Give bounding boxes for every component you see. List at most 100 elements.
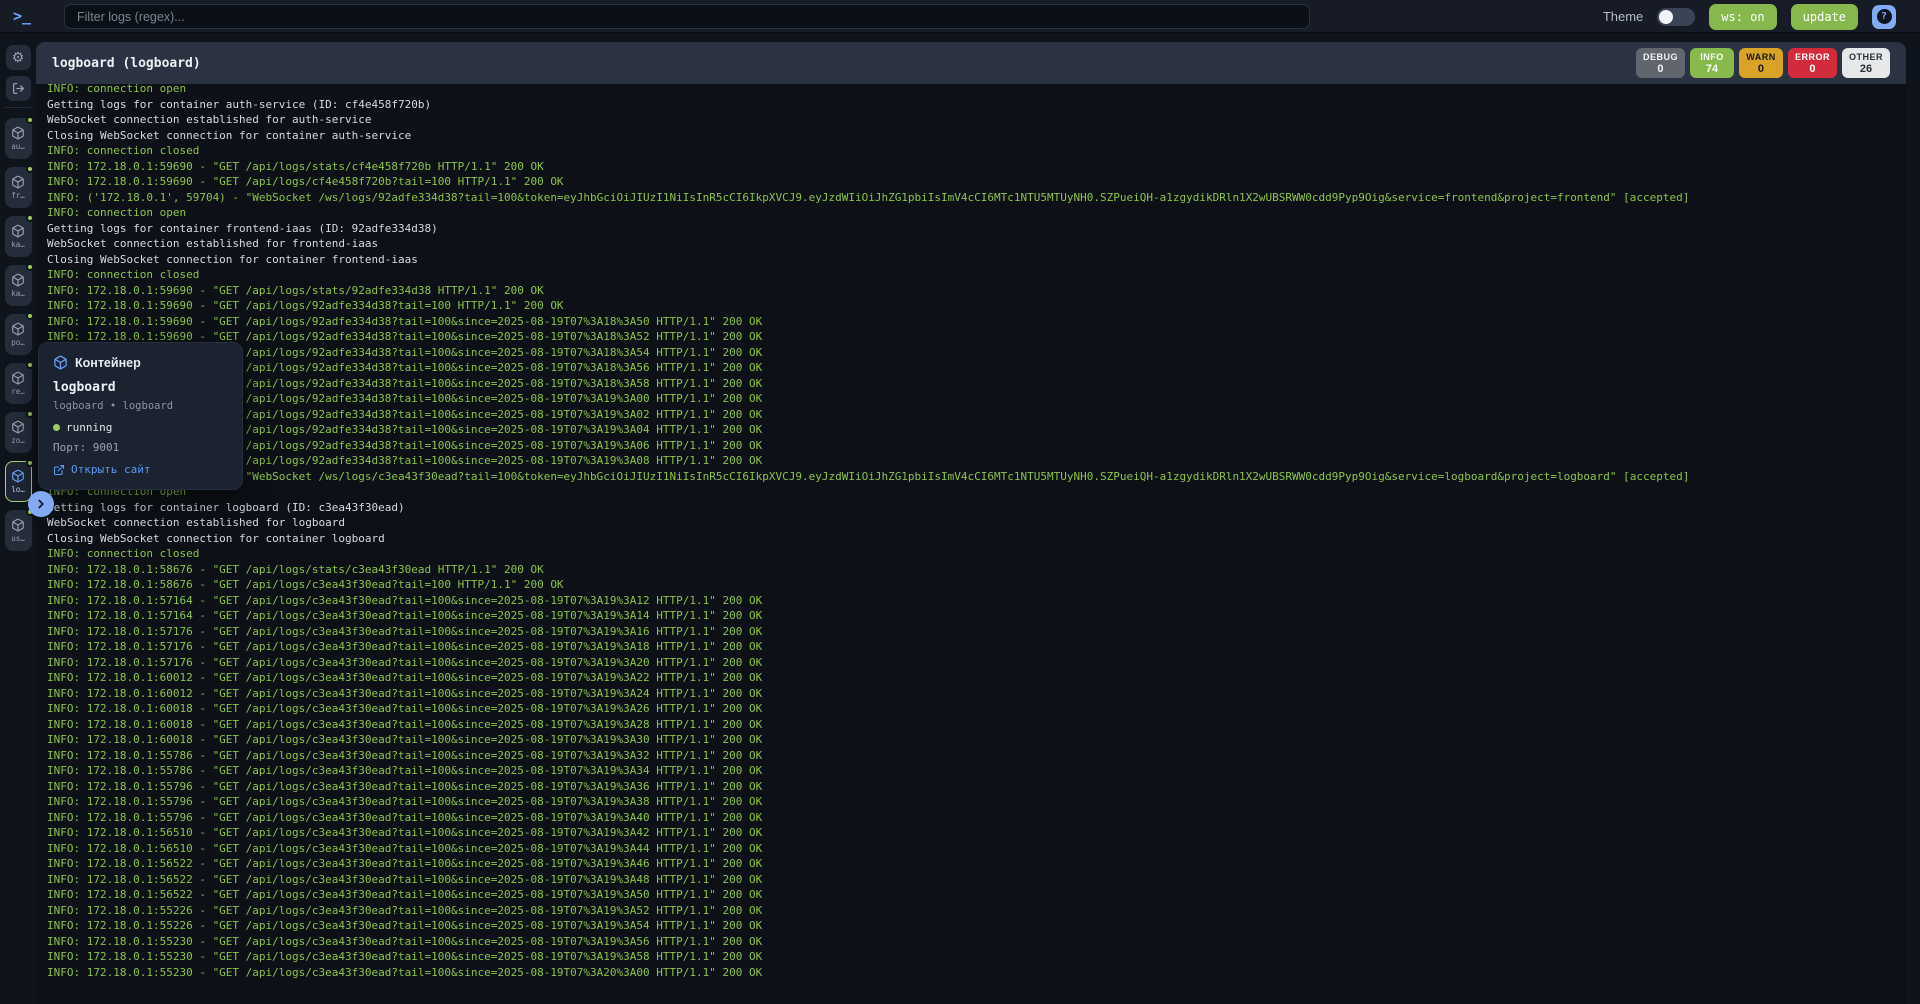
log-line: INFO: 172.18.0.1:55230 - "GET /api/logs/… xyxy=(47,934,1906,950)
settings-button[interactable]: ⚙ xyxy=(6,45,31,70)
status-dot xyxy=(26,214,34,222)
log-line: INFO: 172.18.0.1:55226 - "GET /api/logs/… xyxy=(47,903,1906,919)
badge-count: 0 xyxy=(1809,63,1815,75)
sidebar-container-1[interactable]: fr… xyxy=(5,167,32,208)
badge-info[interactable]: INFO74 xyxy=(1690,48,1734,78)
log-line: INFO: 172.18.0.1:59690 - "GET /api/logs/… xyxy=(47,391,1906,407)
log-line: INFO: 172.18.0.1:55796 - "GET /api/logs/… xyxy=(47,794,1906,810)
log-line: INFO: connection closed xyxy=(47,267,1906,283)
log-line: WebSocket connection established for aut… xyxy=(47,112,1906,128)
cube-icon xyxy=(11,371,25,385)
update-button[interactable]: update xyxy=(1791,4,1858,30)
log-line: Getting logs for container logboard (ID:… xyxy=(47,500,1906,516)
sidebar-container-8[interactable]: us… xyxy=(5,510,32,551)
log-line: WebSocket connection established for fro… xyxy=(47,236,1906,252)
badge-other[interactable]: OTHER26 xyxy=(1842,48,1890,78)
cube-icon xyxy=(53,355,68,370)
log-line: Getting logs for container auth-service … xyxy=(47,97,1906,113)
container-label: fr… xyxy=(11,191,25,200)
panel-header: logboard (logboard) DEBUG0INFO74WARN0ERR… xyxy=(36,42,1906,84)
log-line: Closing WebSocket connection for contain… xyxy=(47,531,1906,547)
log-line: INFO: 172.18.0.1:58676 - "GET /api/logs/… xyxy=(47,562,1906,578)
sidebar: ⚙ au… fr… ka… ka… po… re… zo… lo… us… xyxy=(0,33,36,1004)
log-line: INFO: 172.18.0.1:60012 - "GET /api/logs/… xyxy=(47,686,1906,702)
log-line: INFO: 172.18.0.1:59690 - "GET /api/logs/… xyxy=(47,329,1906,345)
log-area[interactable]: INFO: connection openGetting logs for co… xyxy=(36,84,1906,1004)
chevron-right-icon xyxy=(34,497,48,511)
filter-logs-input[interactable] xyxy=(64,4,1310,29)
topbar: >_ Theme ws: on update ? xyxy=(0,0,1920,33)
question-icon: ? xyxy=(1877,9,1892,24)
gear-icon: ⚙ xyxy=(12,49,25,66)
sidebar-container-5[interactable]: re… xyxy=(5,363,32,404)
status-text: running xyxy=(66,421,112,434)
log-line: INFO: 172.18.0.1:57176 - "GET /api/logs/… xyxy=(47,624,1906,640)
sidebar-container-3[interactable]: ka… xyxy=(5,265,32,306)
cube-icon xyxy=(11,175,25,189)
log-line: INFO: 172.18.0.1:60012 - "GET /api/logs/… xyxy=(47,670,1906,686)
log-line: INFO: connection closed xyxy=(47,143,1906,159)
cube-icon xyxy=(11,126,25,140)
log-line: INFO: 172.18.0.1:56522 - "GET /api/logs/… xyxy=(47,856,1906,872)
log-line: Closing WebSocket connection for contain… xyxy=(47,252,1906,268)
log-line: INFO: 172.18.0.1:55230 - "GET /api/logs/… xyxy=(47,965,1906,981)
log-line: INFO: 172.18.0.1:59690 - "GET /api/logs/… xyxy=(47,360,1906,376)
badge-label: DEBUG xyxy=(1643,52,1678,63)
container-label: us… xyxy=(11,534,25,543)
sidebar-container-list: au… fr… ka… ka… po… re… zo… lo… us… xyxy=(0,118,36,551)
logout-button[interactable] xyxy=(6,76,31,101)
log-line: INFO: 172.18.0.1:56522 - "GET /api/logs/… xyxy=(47,872,1906,888)
log-line: INFO: 172.18.0.1:55796 - "GET /api/logs/… xyxy=(47,810,1906,826)
log-line: INFO: connection open xyxy=(47,84,1906,97)
log-line: INFO: 172.18.0.1:59690 - "GET /api/logs/… xyxy=(47,438,1906,454)
log-line: INFO: connection open xyxy=(47,205,1906,221)
log-line: INFO: connection closed xyxy=(47,546,1906,562)
badge-label: ERROR xyxy=(1795,52,1830,63)
container-label: ka… xyxy=(11,240,25,249)
sidebar-container-7[interactable]: lo… xyxy=(5,461,32,502)
badge-label: INFO xyxy=(1700,52,1724,63)
cube-icon xyxy=(11,420,25,434)
log-line: INFO: 172.18.0.1:59690 - "GET /api/logs/… xyxy=(47,159,1906,175)
sidebar-container-0[interactable]: au… xyxy=(5,118,32,159)
sidebar-container-4[interactable]: po… xyxy=(5,314,32,355)
log-line: INFO: 172.18.0.1:59690 - "GET /api/logs/… xyxy=(47,453,1906,469)
open-site-label: Открыть сайт xyxy=(71,463,150,476)
container-label: ka… xyxy=(11,289,25,298)
container-label: lo… xyxy=(11,485,25,494)
log-line: INFO: 172.18.0.1:57164 - "GET /api/logs/… xyxy=(47,593,1906,609)
badge-warn[interactable]: WARN0 xyxy=(1739,48,1783,78)
container-port: Порт: 9001 xyxy=(53,441,228,454)
log-line: INFO: 172.18.0.1:57176 - "GET /api/logs/… xyxy=(47,639,1906,655)
log-line: Getting logs for container frontend-iaas… xyxy=(47,221,1906,237)
container-label: re… xyxy=(11,387,25,396)
terminal-prompt-icon: >_ xyxy=(13,7,31,25)
log-list: INFO: connection openGetting logs for co… xyxy=(47,84,1906,980)
log-line: INFO: 172.18.0.1:56510 - "GET /api/logs/… xyxy=(47,841,1906,857)
ws-toggle-button[interactable]: ws: on xyxy=(1709,4,1776,30)
badge-debug[interactable]: DEBUG0 xyxy=(1636,48,1685,78)
log-line: INFO: 172.18.0.1:59690 - "GET /api/logs/… xyxy=(47,376,1906,392)
container-name: logboard xyxy=(53,380,228,395)
open-site-link[interactable]: Открыть сайт xyxy=(53,463,228,476)
sidebar-container-6[interactable]: zo… xyxy=(5,412,32,453)
help-button[interactable]: ? xyxy=(1872,5,1896,29)
badge-label: OTHER xyxy=(1849,52,1883,63)
cube-icon xyxy=(11,224,25,238)
theme-toggle-knob xyxy=(1659,10,1673,24)
page-title: logboard (logboard) xyxy=(52,56,201,71)
popover-header: Контейнер xyxy=(53,355,228,370)
topbar-controls: Theme ws: on update ? xyxy=(1603,0,1896,33)
sidebar-expand-button[interactable] xyxy=(28,491,54,517)
theme-toggle[interactable] xyxy=(1657,8,1695,26)
log-line: INFO: 172.18.0.1:57164 - "GET /api/logs/… xyxy=(47,608,1906,624)
sidebar-container-2[interactable]: ka… xyxy=(5,216,32,257)
log-line: INFO: 172.18.0.1:57176 - "GET /api/logs/… xyxy=(47,655,1906,671)
cube-icon xyxy=(11,273,25,287)
badge-count: 74 xyxy=(1706,63,1718,75)
container-label: po… xyxy=(11,338,25,347)
log-line: INFO: 172.18.0.1:59690 - "GET /api/logs/… xyxy=(47,345,1906,361)
badge-error[interactable]: ERROR0 xyxy=(1788,48,1837,78)
badge-count: 0 xyxy=(1657,63,1663,75)
container-status: running xyxy=(53,421,228,434)
